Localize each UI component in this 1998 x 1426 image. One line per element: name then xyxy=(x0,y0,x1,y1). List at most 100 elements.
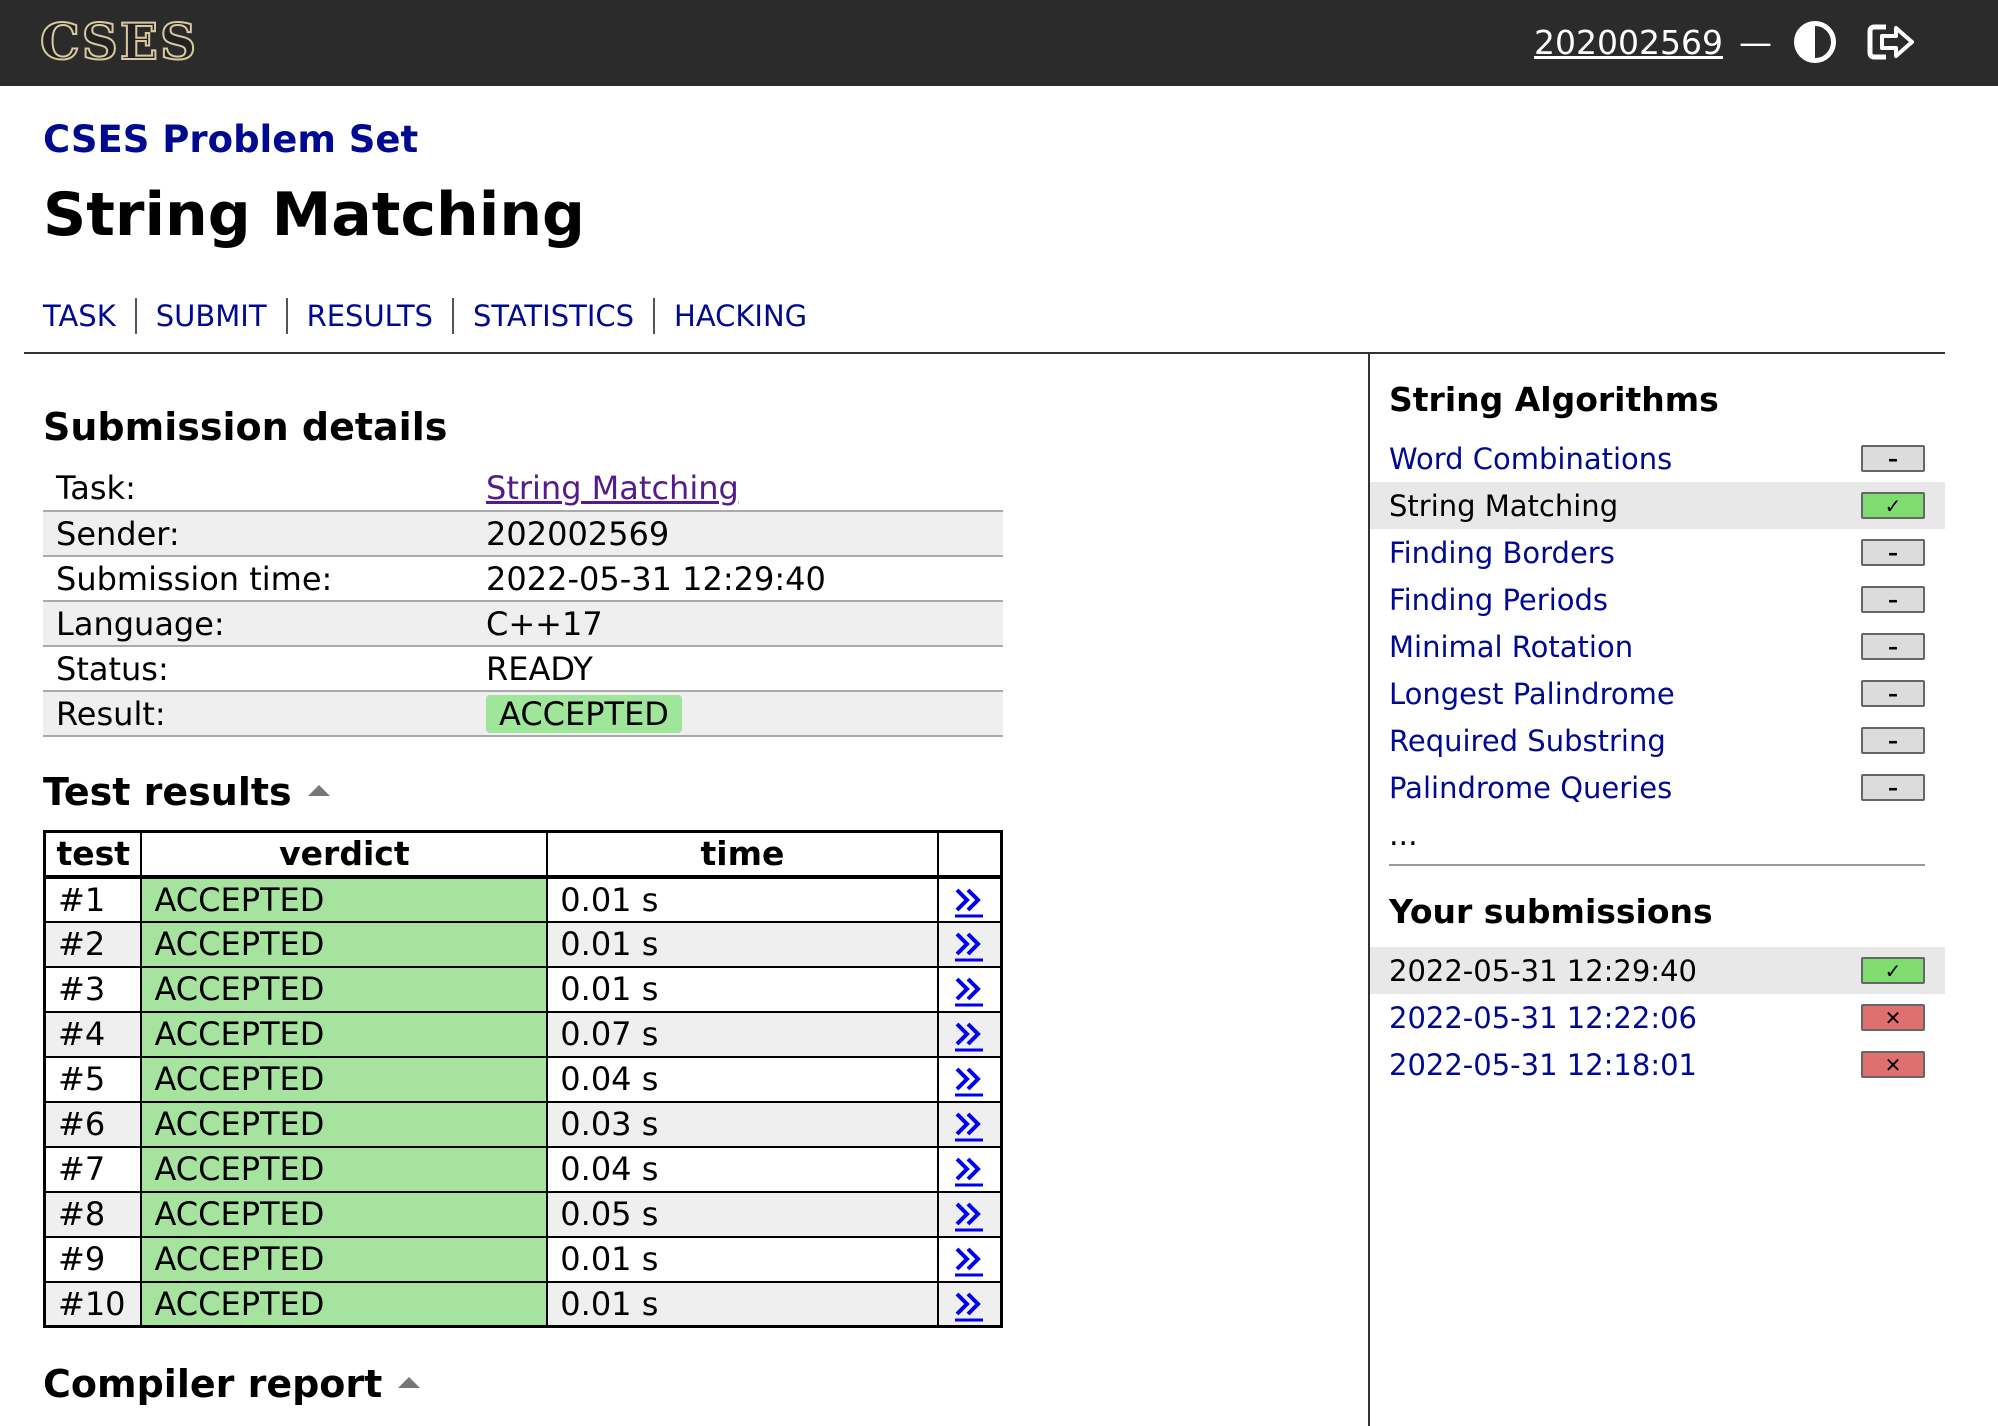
details-value: C++17 xyxy=(473,601,1003,647)
view-test-link[interactable] xyxy=(936,1055,1003,1103)
sidebar-problem-item-label[interactable]: Required Substring xyxy=(1389,724,1666,758)
compiler-report-heading: Compiler report xyxy=(43,1362,383,1406)
view-test-link[interactable] xyxy=(936,1145,1003,1193)
tab-results[interactable]: RESULTS xyxy=(285,298,452,334)
view-test-link[interactable] xyxy=(936,1235,1003,1283)
test-number: #5 xyxy=(43,1055,143,1103)
sidebar-submission-item-label: 2022-05-31 12:29:40 xyxy=(1389,953,1697,988)
sidebar-problem-item[interactable]: Word Combinations – xyxy=(1370,435,1945,482)
sidebar-submission-item-label[interactable]: 2022-05-31 12:22:06 xyxy=(1389,1001,1697,1035)
test-verdict: ACCEPTED xyxy=(140,1010,549,1058)
table-row: #9 ACCEPTED 0.01 s xyxy=(43,1235,1003,1283)
details-label: Submission time: xyxy=(43,556,473,602)
view-test-link[interactable] xyxy=(936,875,1003,923)
double-chevron-right-icon[interactable] xyxy=(952,1064,986,1098)
tab-hacking[interactable]: HACKING xyxy=(653,298,826,334)
logout-icon[interactable] xyxy=(1866,21,1916,63)
username-link[interactable]: 202002569 xyxy=(1534,23,1723,62)
double-chevron-right-icon[interactable] xyxy=(952,1244,986,1278)
sidebar-problem-item-label[interactable]: Minimal Rotation xyxy=(1389,630,1633,664)
double-chevron-right-icon[interactable] xyxy=(952,1109,986,1143)
sidebar-problem-item[interactable]: Minimal Rotation – xyxy=(1370,623,1945,670)
status-none-icon: – xyxy=(1861,774,1925,801)
cses-logo[interactable]: CSES xyxy=(39,13,198,71)
view-test-link[interactable] xyxy=(936,1010,1003,1058)
table-row: #8 ACCEPTED 0.05 s xyxy=(43,1190,1003,1238)
sidebar-problem-item[interactable]: Required Substring – xyxy=(1370,717,1945,764)
details-label: Task: xyxy=(43,466,473,512)
sidebar-problem-item[interactable]: Finding Borders – xyxy=(1370,529,1945,576)
compiler-report-header[interactable]: Compiler report xyxy=(43,1362,421,1406)
test-results-header[interactable]: Test results xyxy=(43,770,330,814)
status-none-icon: – xyxy=(1861,680,1925,707)
divider xyxy=(24,352,1945,354)
details-label: Result: xyxy=(43,691,473,737)
double-chevron-right-icon[interactable] xyxy=(952,885,986,919)
sidebar-problem-item[interactable]: Longest Palindrome – xyxy=(1370,670,1945,717)
status-fail-icon: ✕ xyxy=(1861,1004,1925,1031)
test-verdict: ACCEPTED xyxy=(140,1055,549,1103)
sidebar-submission-item-label[interactable]: 2022-05-31 12:18:01 xyxy=(1389,1048,1697,1082)
double-chevron-right-icon[interactable] xyxy=(952,1019,986,1053)
view-test-link[interactable] xyxy=(936,1190,1003,1238)
table-row: #2 ACCEPTED 0.01 s xyxy=(43,920,1003,968)
sidebar-separator xyxy=(1389,864,1925,866)
collapse-caret-icon[interactable] xyxy=(398,1377,421,1388)
status-ok-icon: ✓ xyxy=(1861,492,1925,519)
submission-details-heading: Submission details xyxy=(43,405,448,449)
table-header-row: test verdict time xyxy=(43,830,1003,879)
view-test-link[interactable] xyxy=(936,920,1003,968)
site-title[interactable]: CSES Problem Set xyxy=(43,118,418,161)
test-time: 0.05 s xyxy=(546,1190,939,1238)
test-time: 0.07 s xyxy=(546,1010,939,1058)
category-title: String Algorithms xyxy=(1389,380,1719,419)
submission-details-table: Task: String Matching Sender: 202002569 … xyxy=(43,466,1003,737)
double-chevron-right-icon[interactable] xyxy=(952,1199,986,1233)
sidebar-problem-item-label[interactable]: Longest Palindrome xyxy=(1389,677,1675,711)
double-chevron-right-icon[interactable] xyxy=(952,929,986,963)
double-chevron-right-icon[interactable] xyxy=(952,1289,986,1323)
view-test-link[interactable] xyxy=(936,1280,1003,1328)
status-none-icon: – xyxy=(1861,633,1925,660)
submissions-title: Your submissions xyxy=(1389,892,1713,931)
table-row: #7 ACCEPTED 0.04 s xyxy=(43,1145,1003,1193)
top-bar: CSES 202002569 — xyxy=(0,0,1998,86)
sidebar-problem-item-label[interactable]: Finding Borders xyxy=(1389,536,1615,570)
sidebar-submission-item[interactable]: 2022-05-31 12:18:01 ✕ xyxy=(1370,1041,1945,1088)
sidebar-problem-item-label[interactable]: Palindrome Queries xyxy=(1389,771,1672,805)
tab-submit[interactable]: SUBMIT xyxy=(134,298,286,334)
test-number: #2 xyxy=(43,920,143,968)
details-row-task: Task: String Matching xyxy=(43,466,1003,512)
view-test-link[interactable] xyxy=(936,965,1003,1013)
sidebar-submission-item[interactable]: 2022-05-31 12:22:06 ✕ xyxy=(1370,994,1945,1041)
details-row-status: Status: READY xyxy=(43,646,1003,692)
table-row: #6 ACCEPTED 0.03 s xyxy=(43,1100,1003,1148)
test-time: 0.01 s xyxy=(546,1280,939,1328)
sidebar-problem-item[interactable]: Finding Periods – xyxy=(1370,576,1945,623)
test-number: #9 xyxy=(43,1235,143,1283)
table-row: #10 ACCEPTED 0.01 s xyxy=(43,1280,1003,1328)
tab-statistics[interactable]: STATISTICS xyxy=(451,298,653,334)
double-chevron-right-icon[interactable] xyxy=(952,974,986,1008)
problem-list: Word Combinations – String Matching ✓ Findin… xyxy=(1370,435,1945,811)
sidebar-problem-item-label[interactable]: Finding Periods xyxy=(1389,583,1608,617)
task-link[interactable]: String Matching xyxy=(486,469,739,507)
sidebar-problem-item-label[interactable]: Word Combinations xyxy=(1389,442,1672,476)
sidebar-problem-item[interactable]: Palindrome Queries – xyxy=(1370,764,1945,811)
test-number: #3 xyxy=(43,965,143,1013)
view-test-link[interactable] xyxy=(936,1100,1003,1148)
test-results-table: test verdict time #1 ACCEPTED 0.01 s #2 ACCE… xyxy=(43,830,1003,1328)
page-title: String Matching xyxy=(43,180,585,250)
test-number: #1 xyxy=(43,875,143,923)
test-time: 0.03 s xyxy=(546,1100,939,1148)
column-header-verdict: verdict xyxy=(140,830,549,879)
test-number: #7 xyxy=(43,1145,143,1193)
double-chevron-right-icon[interactable] xyxy=(952,1154,986,1188)
collapse-caret-icon[interactable] xyxy=(307,785,330,796)
tab-task[interactable]: TASK xyxy=(43,298,135,334)
contrast-icon[interactable] xyxy=(1794,21,1836,63)
column-header-link xyxy=(936,830,1003,879)
details-row-time: Submission time: 2022-05-31 12:29:40 xyxy=(43,556,1003,602)
test-time: 0.01 s xyxy=(546,1235,939,1283)
details-row-result: Result: ACCEPTED xyxy=(43,691,1003,737)
